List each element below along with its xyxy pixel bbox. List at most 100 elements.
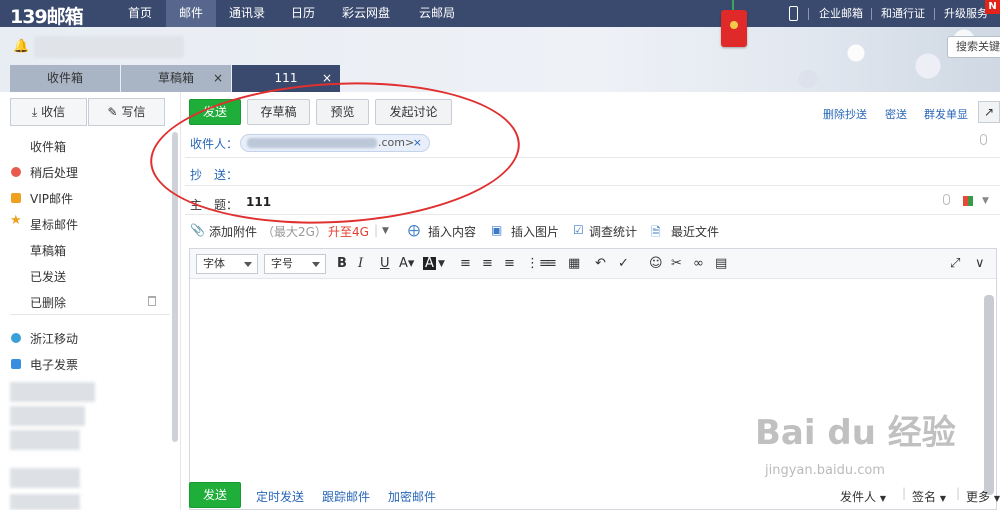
font-color-icon[interactable]: A▾ bbox=[399, 256, 414, 272]
tab-inbox[interactable]: 收件箱 bbox=[10, 65, 120, 92]
blurred-item bbox=[10, 406, 85, 426]
folder-inbox[interactable]: 收件箱 bbox=[30, 138, 66, 155]
more-select[interactable]: 更多 ▼ bbox=[966, 488, 1000, 505]
underline-icon[interactable]: U bbox=[380, 256, 390, 272]
numbered-list-icon[interactable]: ≡ bbox=[546, 256, 557, 272]
watermark-url: jingyan.baidu.com bbox=[765, 463, 885, 478]
insert-content-link[interactable]: 插入内容 bbox=[428, 223, 476, 240]
receive-button[interactable]: ⤓ 收信 bbox=[10, 98, 87, 126]
blurred-item bbox=[10, 430, 80, 450]
editor-toolbar: 字体 字号 B I U A▾ A ▼ ≡ ≡ ≡ ⋮≡ ≡ ▦ ↶ ✓ ☺ ✂ … bbox=[190, 249, 996, 279]
sender-label: 发件人 bbox=[840, 490, 877, 504]
service-zhejiang-mobile[interactable]: 浙江移动 bbox=[30, 330, 78, 347]
tab-label: 草稿箱 bbox=[157, 71, 194, 85]
blurred-item bbox=[10, 382, 95, 402]
divider: | bbox=[902, 486, 907, 500]
bell-icon[interactable]: 🔔 bbox=[13, 39, 29, 54]
folder-deleted[interactable]: 已删除 bbox=[30, 294, 66, 311]
track-mail-link[interactable]: 跟踪邮件 bbox=[322, 488, 370, 505]
expand-icon[interactable]: ⤢ bbox=[950, 256, 960, 272]
insert-content-icon: ⨁ bbox=[408, 223, 420, 237]
nav-cloud-drive[interactable]: 彩云网盘 bbox=[329, 0, 403, 27]
font-family-select[interactable]: 字体 bbox=[196, 254, 258, 274]
star-icon: ★ bbox=[10, 213, 22, 228]
trash-icon[interactable] bbox=[148, 296, 156, 306]
bold-icon[interactable]: B bbox=[337, 256, 347, 272]
sender-select[interactable]: 发件人 ▼ bbox=[840, 488, 886, 505]
upgrade-4g-link[interactable]: 升至4G bbox=[328, 223, 369, 240]
download-icon: ⤓ bbox=[31, 105, 38, 119]
passport-link[interactable]: 和通行证 bbox=[881, 0, 925, 27]
bottom-send-button[interactable]: 发送 bbox=[189, 482, 241, 508]
sidebar-divider bbox=[10, 314, 170, 315]
tab-label: 111 bbox=[274, 71, 298, 85]
phone-icon[interactable] bbox=[789, 6, 798, 21]
chevron-down-icon[interactable]: ▼ bbox=[438, 256, 445, 272]
chevron-down-icon[interactable]: ▼ bbox=[982, 196, 989, 206]
nav-mail[interactable]: 邮件 bbox=[166, 0, 217, 27]
align-left-icon[interactable]: ≡ bbox=[460, 256, 471, 272]
collapse-toolbar-icon[interactable]: ∨ bbox=[975, 256, 985, 272]
microphone-icon[interactable] bbox=[943, 194, 950, 205]
align-right-icon[interactable]: ≡ bbox=[504, 256, 515, 272]
receive-label: 收信 bbox=[41, 105, 66, 119]
nav-home[interactable]: 首页 bbox=[115, 0, 165, 27]
enterprise-mail-link[interactable]: 企业邮箱 bbox=[819, 0, 863, 27]
divider: | bbox=[374, 223, 379, 237]
tab-drafts[interactable]: 草稿箱 × bbox=[121, 65, 231, 92]
editor-scrollbar[interactable] bbox=[984, 295, 994, 495]
italic-icon[interactable]: I bbox=[358, 256, 363, 272]
popout-icon[interactable]: ↗ bbox=[978, 101, 1000, 123]
nav-cloud-post[interactable]: 云邮局 bbox=[406, 0, 468, 27]
emoji-icon[interactable]: ☺ bbox=[649, 256, 663, 272]
folder-drafts[interactable]: 草稿箱 bbox=[30, 242, 66, 259]
highlight-color-icon[interactable]: A bbox=[423, 257, 436, 270]
service-e-invoice[interactable]: 电子发票 bbox=[30, 356, 78, 373]
color-grid-icon[interactable] bbox=[963, 196, 973, 206]
recent-files-link[interactable]: 最近文件 bbox=[671, 223, 719, 240]
template-icon[interactable]: ▤ bbox=[715, 256, 727, 272]
separate-send-link[interactable]: 群发单显 bbox=[924, 106, 968, 122]
chevron-down-icon[interactable]: ▼ bbox=[382, 226, 389, 236]
paperclip-icon: 📎 bbox=[190, 223, 205, 237]
red-envelope-icon[interactable] bbox=[721, 0, 747, 47]
new-badge: N bbox=[985, 0, 1000, 14]
nav-calendar[interactable]: 日历 bbox=[278, 0, 328, 27]
link-icon[interactable]: ∞ bbox=[693, 256, 704, 272]
attachment-limit: （最大2G） bbox=[262, 225, 327, 239]
clock-icon bbox=[11, 167, 21, 177]
folder-vip[interactable]: VIP邮件 bbox=[30, 190, 73, 207]
chevron-down-icon: ▼ bbox=[939, 494, 946, 503]
nav-contacts[interactable]: 通讯录 bbox=[216, 0, 278, 27]
survey-link[interactable]: 调查统计 bbox=[589, 223, 637, 240]
compose-button[interactable]: ✎ 写信 bbox=[88, 98, 165, 126]
insert-image-link[interactable]: 插入图片 bbox=[511, 223, 559, 240]
vip-icon bbox=[11, 193, 21, 203]
invoice-icon bbox=[11, 359, 21, 369]
format-painter-icon[interactable]: ✓ bbox=[618, 256, 629, 272]
add-attachment-link[interactable]: 添加附件 bbox=[209, 223, 257, 240]
scissors-icon[interactable]: ✂ bbox=[671, 256, 682, 272]
font-size-select[interactable]: 字号 bbox=[264, 254, 326, 274]
image-icon: ▣ bbox=[491, 223, 503, 237]
blurred-item bbox=[10, 468, 80, 488]
microphone-icon[interactable] bbox=[980, 134, 987, 145]
table-icon[interactable]: ▦ bbox=[568, 256, 580, 272]
bcc-link[interactable]: 密送 bbox=[885, 106, 907, 122]
top-nav-bar: 139邮箱 首页 邮件 通讯录 日历 彩云网盘 云邮局 企业邮箱 和通行证 升级… bbox=[0, 0, 1000, 29]
align-center-icon[interactable]: ≡ bbox=[482, 256, 493, 272]
scheduled-send-link[interactable]: 定时发送 bbox=[256, 488, 304, 505]
remove-cc-link[interactable]: 删除抄送 bbox=[823, 106, 867, 122]
blurred-username bbox=[34, 36, 184, 58]
folder-starred[interactable]: 星标邮件 bbox=[30, 216, 78, 233]
undo-icon[interactable]: ↶ bbox=[595, 256, 606, 272]
logo[interactable]: 139邮箱 bbox=[10, 2, 84, 29]
folder-sent[interactable]: 已发送 bbox=[30, 268, 66, 285]
folder-later[interactable]: 稍后处理 bbox=[30, 164, 78, 181]
search-input[interactable]: 搜索关键 bbox=[947, 36, 1000, 58]
encrypt-mail-link[interactable]: 加密邮件 bbox=[388, 488, 436, 505]
upgrade-link[interactable]: 升级服务 bbox=[944, 0, 988, 27]
signature-select[interactable]: 签名 ▼ bbox=[912, 488, 946, 505]
close-icon[interactable]: × bbox=[213, 65, 223, 92]
tab-label: 收件箱 bbox=[46, 71, 83, 85]
